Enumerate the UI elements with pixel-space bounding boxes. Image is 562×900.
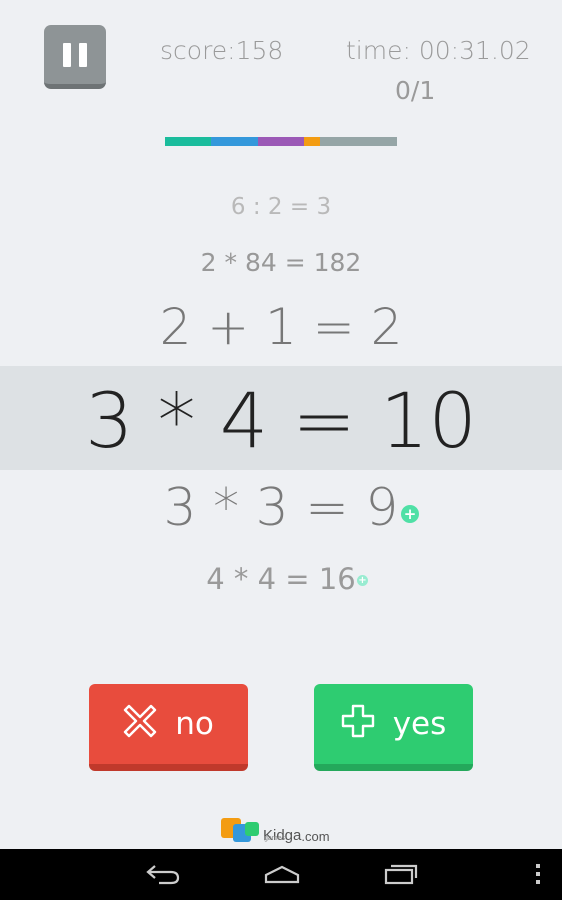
progress-count: 0/1 <box>395 76 436 105</box>
overflow-menu-icon[interactable] <box>528 859 548 889</box>
no-button[interactable]: no <box>89 684 248 771</box>
progress-segment <box>304 137 321 146</box>
home-icon[interactable] <box>262 859 302 889</box>
equation-history-3: 2 + 1 = 2 <box>159 298 403 356</box>
plus-badge-icon: + <box>357 575 368 586</box>
equation-upcoming-2: 4 * 4 = 16 <box>206 562 356 596</box>
no-button-label: no <box>175 706 214 742</box>
progress-bar <box>165 137 397 146</box>
progress-segment <box>211 137 258 146</box>
current-equation: 3 * 4 = 10 <box>85 376 477 465</box>
equation-history-2: 2 * 84 = 182 <box>200 248 362 277</box>
equation-history-1: 6 : 2 = 3 <box>230 194 332 220</box>
kidga-logo-icon <box>221 816 261 844</box>
yes-button-label: yes <box>392 706 447 742</box>
progress-segment <box>257 137 305 146</box>
progress-segment <box>165 137 212 146</box>
system-navigation-bar <box>0 849 562 900</box>
plus-badge-icon: + <box>401 505 419 523</box>
time-label: time: 00:31.02 <box>346 36 531 65</box>
brand-sub: games <box>264 835 286 842</box>
pause-icon <box>63 42 71 67</box>
back-icon[interactable] <box>143 859 183 889</box>
score-label: score:158 <box>160 36 284 65</box>
pause-button[interactable] <box>44 25 106 89</box>
yes-button[interactable]: yes <box>314 684 473 771</box>
kidga-logo[interactable]: Kidga .com games <box>221 816 330 844</box>
x-icon <box>123 704 157 745</box>
plus-icon <box>341 704 375 745</box>
recents-icon[interactable] <box>381 859 421 889</box>
brand-suffix: .com <box>301 829 330 844</box>
equation-upcoming-1: 3 * 3 = 9 <box>163 478 399 538</box>
progress-segment <box>320 137 397 146</box>
